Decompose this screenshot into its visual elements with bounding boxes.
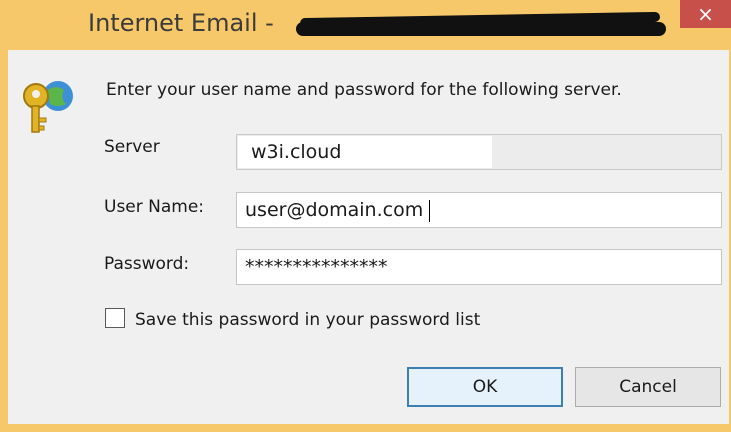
user-name-label: User Name: (104, 197, 205, 217)
ok-button[interactable]: OK (407, 367, 563, 407)
instruction-text: Enter your user name and password for th… (106, 80, 622, 100)
redacted-email-mark (296, 22, 666, 36)
server-field: w3i.cloud (236, 134, 722, 170)
user-name-input[interactable]: user@domain.com (236, 192, 722, 228)
internet-email-dialog: Internet Email - × Enter your user name … (0, 0, 731, 432)
dialog-title: Internet Email - (88, 9, 274, 37)
server-label: Server (104, 137, 160, 157)
cancel-button[interactable]: Cancel (575, 367, 721, 407)
password-input[interactable]: *************** (236, 249, 722, 285)
title-bar[interactable]: Internet Email - × (0, 0, 731, 50)
save-password-label[interactable]: Save this password in your password list (135, 310, 480, 330)
server-value: w3i.cloud (251, 141, 342, 163)
user-name-value: user@domain.com (245, 199, 424, 221)
save-password-checkbox[interactable] (105, 308, 125, 328)
text-caret (429, 199, 431, 222)
password-label: Password: (104, 254, 190, 274)
close-button[interactable]: × (680, 0, 731, 28)
key-globe-icon (23, 81, 73, 133)
